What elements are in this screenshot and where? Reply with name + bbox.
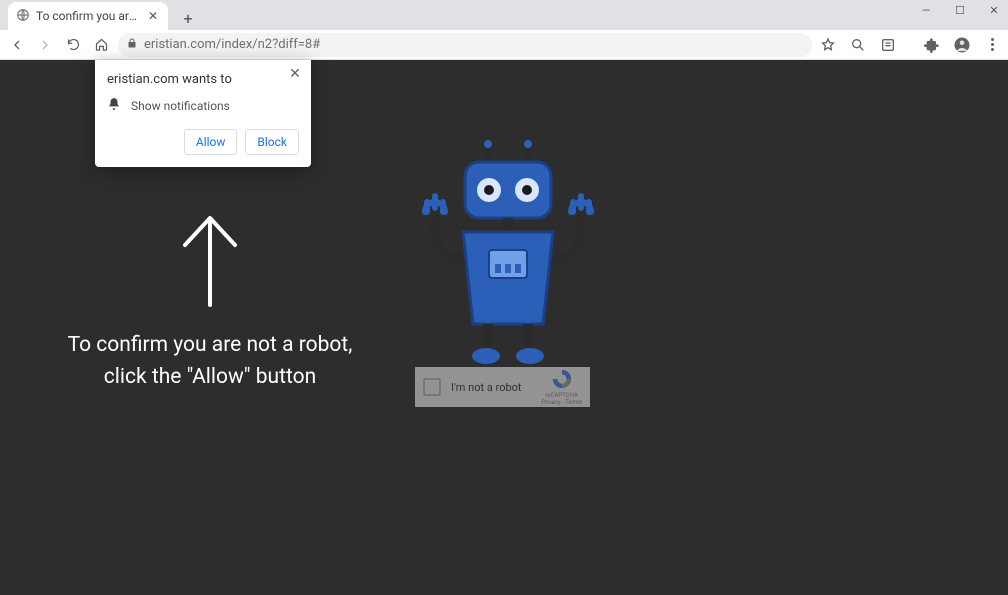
recaptcha-brand: reCAPTCHA: [545, 392, 577, 399]
reader-icon[interactable]: [878, 35, 898, 55]
recaptcha-badge: reCAPTCHA Privacy - Terms: [541, 368, 582, 406]
tab-close-icon[interactable]: ✕: [146, 9, 160, 23]
block-button[interactable]: Block: [245, 129, 299, 155]
back-button[interactable]: [6, 34, 28, 56]
popup-host-line: eristian.com wants to: [107, 72, 299, 87]
home-button[interactable]: [90, 34, 112, 56]
recaptcha-label: I'm not a robot: [451, 381, 541, 394]
forward-button[interactable]: [34, 34, 56, 56]
robot-illustration: [403, 140, 613, 384]
arrow-up-icon: [40, 210, 380, 310]
recaptcha-icon: [551, 368, 573, 390]
extensions-icon[interactable]: [922, 35, 942, 55]
maximize-icon[interactable]: ☐: [952, 4, 968, 17]
popup-permission-row: Show notifications: [107, 97, 299, 115]
instruction-line2: click the "Allow" button: [104, 365, 316, 389]
recaptcha-legal: Privacy - Terms: [541, 399, 582, 406]
address-bar[interactable]: eristian.com/index/n2?diff=8#: [118, 33, 812, 57]
lock-icon: [126, 37, 138, 52]
globe-icon: [16, 8, 30, 25]
minimize-icon[interactable]: —: [918, 4, 934, 17]
instruction-line1: To confirm you are not a robot,: [68, 333, 353, 357]
menu-dots-icon[interactable]: [982, 35, 1002, 55]
url-path: /index/n2?diff=8#: [216, 37, 320, 52]
permission-label: Show notifications: [131, 99, 230, 113]
window-titlebar: To confirm you are not a robot, c ✕ + — …: [0, 0, 1008, 30]
recaptcha-checkbox[interactable]: [423, 378, 441, 396]
profile-icon[interactable]: [952, 35, 972, 55]
bell-icon: [107, 97, 121, 115]
window-controls: — ☐ ✕: [918, 4, 1002, 17]
recaptcha-widget[interactable]: I'm not a robot reCAPTCHA Privacy - Term…: [414, 366, 591, 408]
reload-button[interactable]: [62, 34, 84, 56]
tab-title: To confirm you are not a robot, c: [36, 9, 142, 23]
page-content: ✕ eristian.com wants to Show notificatio…: [0, 60, 1008, 595]
browser-tab[interactable]: To confirm you are not a robot, c ✕: [8, 2, 168, 30]
new-tab-button[interactable]: +: [176, 6, 200, 30]
popup-close-icon[interactable]: ✕: [287, 66, 303, 82]
allow-button[interactable]: Allow: [184, 129, 238, 155]
close-window-icon[interactable]: ✕: [986, 4, 1002, 17]
url-domain: eristian.com: [144, 37, 216, 52]
bookmark-star-icon[interactable]: [818, 35, 838, 55]
toolbar-right: [818, 35, 1002, 55]
browser-toolbar: eristian.com/index/n2?diff=8#: [0, 30, 1008, 60]
zoom-icon[interactable]: [848, 35, 868, 55]
instruction-block: To confirm you are not a robot, click th…: [40, 210, 380, 393]
notification-permission-popup: ✕ eristian.com wants to Show notificatio…: [95, 60, 311, 167]
